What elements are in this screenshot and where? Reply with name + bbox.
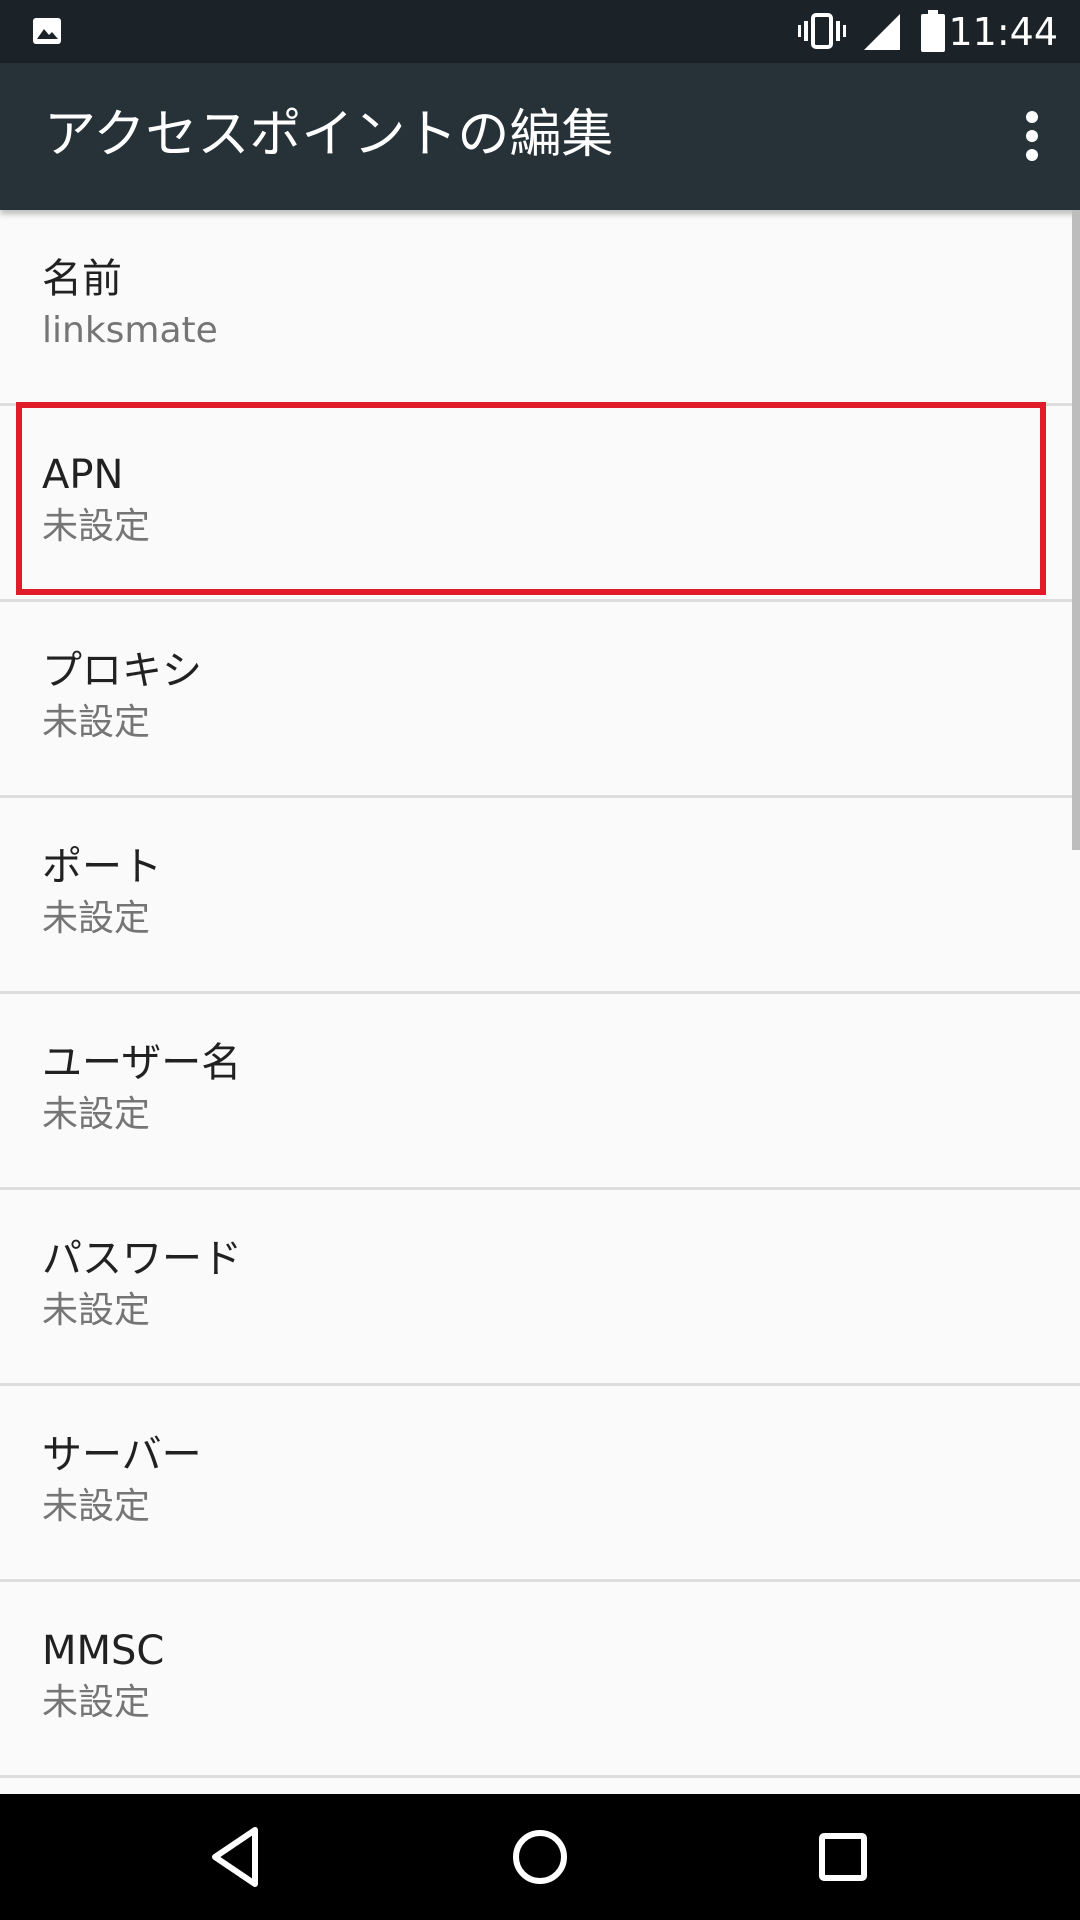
setting-label: MMSC [42, 1628, 165, 1674]
setting-label: ポート [42, 844, 162, 890]
signal-icon [864, 14, 900, 50]
setting-label: ユーザー名 [42, 1040, 242, 1086]
battery-icon [921, 10, 945, 52]
setting-value: 未設定 [42, 1094, 151, 1135]
apn-highlight-box [16, 402, 1046, 595]
setting-row-proxy[interactable]: プロキシ 未設定 [0, 602, 1080, 798]
setting-row-server[interactable]: サーバー 未設定 [0, 1386, 1080, 1582]
scrollbar[interactable] [1072, 210, 1080, 850]
setting-value: 未設定 [42, 898, 151, 939]
setting-row-password[interactable]: パスワード 未設定 [0, 1190, 1080, 1386]
setting-value: linksmate [42, 310, 218, 351]
screen: 11:44 アクセスポイントの編集 名前 linksmate APN 未設定 プ… [0, 0, 1080, 1920]
status-time: 11:44 [948, 10, 1058, 54]
app-bar: アクセスポイントの編集 [0, 63, 1080, 210]
nav-bar [0, 1794, 1080, 1920]
status-bar: 11:44 [0, 0, 1080, 63]
page-title: アクセスポイントの編集 [44, 105, 614, 165]
setting-value: 未設定 [42, 1290, 151, 1331]
setting-row-name[interactable]: 名前 linksmate [0, 210, 1080, 406]
setting-value: 未設定 [42, 1682, 151, 1723]
setting-label: 名前 [42, 256, 122, 302]
more-vert-icon[interactable] [1014, 108, 1050, 164]
setting-row-port[interactable]: ポート 未設定 [0, 798, 1080, 994]
home-icon[interactable] [505, 1822, 575, 1892]
vibrate-icon [798, 13, 846, 49]
setting-value: 未設定 [42, 1486, 151, 1527]
setting-label: サーバー [42, 1432, 202, 1478]
setting-label: パスワード [42, 1236, 242, 1282]
setting-row-username[interactable]: ユーザー名 未設定 [0, 994, 1080, 1190]
setting-value: 未設定 [42, 702, 151, 743]
setting-label: プロキシ [42, 648, 202, 694]
setting-row-mmsc[interactable]: MMSC 未設定 [0, 1582, 1080, 1778]
back-icon[interactable] [201, 1822, 271, 1892]
recents-icon[interactable] [808, 1822, 878, 1892]
gallery-icon [33, 18, 61, 44]
